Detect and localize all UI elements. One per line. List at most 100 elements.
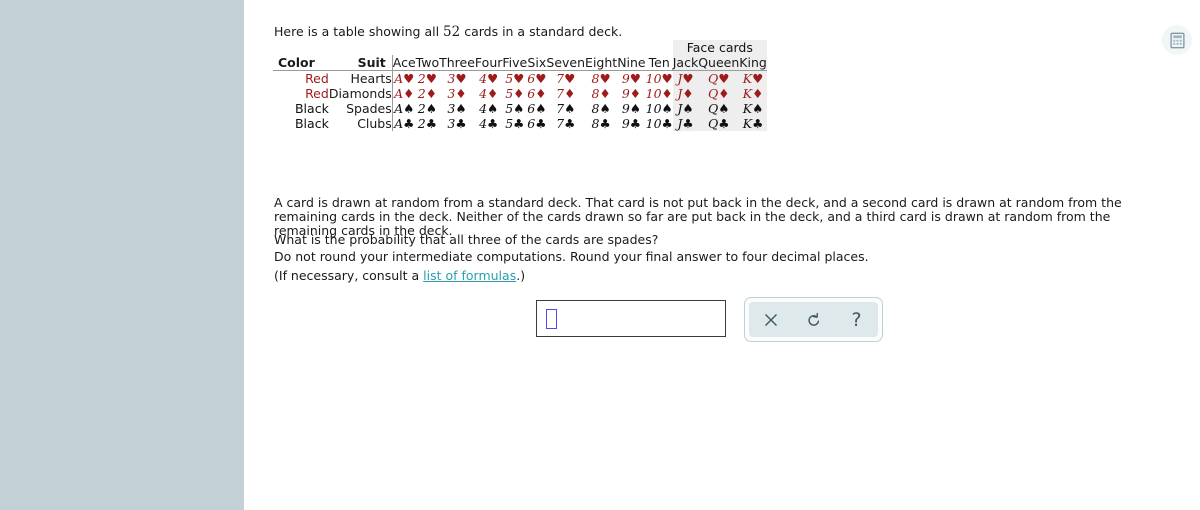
undo-button[interactable] (797, 305, 831, 335)
card-cell: J♦ (672, 86, 699, 101)
card-rank: 4 (479, 101, 488, 116)
card-rank: 7 (556, 86, 565, 101)
card-rank: 7 (556, 116, 565, 131)
card-rank: 2 (417, 86, 426, 101)
suit-symbol-icon: ♥ (629, 71, 641, 86)
math-cursor-placeholder (546, 308, 557, 329)
suit-symbol-icon: ♣ (425, 116, 437, 131)
header-color: Color (273, 55, 329, 71)
card-rank: Q (708, 71, 719, 86)
card-rank: K (742, 86, 753, 101)
suit-symbol-icon: ♥ (513, 71, 525, 86)
card-rank: 6 (527, 86, 536, 101)
card-rank: K (742, 116, 753, 131)
card-rank: 5 (505, 101, 514, 116)
cell-suit: Hearts (328, 70, 393, 86)
suit-symbol-icon: ♥ (752, 71, 764, 86)
card-rank: 5 (505, 86, 514, 101)
calculator-button[interactable] (1162, 25, 1192, 55)
column-header-row: Color Suit Ace Two Three Four Five Six S… (273, 55, 767, 71)
page-root: Here is a table showing all 52 cards in … (0, 0, 1200, 510)
suit-symbol-icon: ♠ (682, 101, 694, 116)
card-rank: A (394, 116, 404, 131)
suit-symbol-icon: ♣ (629, 116, 641, 131)
suit-symbol-icon: ♣ (599, 116, 611, 131)
suit-symbol-icon: ♦ (718, 86, 730, 101)
card-cell: 4♥ (475, 71, 502, 86)
suit-symbol-icon: ♥ (425, 71, 437, 86)
list-of-formulas-link[interactable]: list of formulas (423, 268, 516, 283)
card-cell: 3♠ (439, 101, 475, 116)
answer-toolbar-inner: ? (749, 302, 878, 337)
card-cell: K♥ (739, 70, 767, 86)
table-row: Red Diamonds A♦ 2♦ 3♦ 4♦ 5♦ 6♦ 7♦ 8♦ 9♦ 10♦ J♦ Q♦ K♦ (273, 86, 767, 101)
help-button[interactable]: ? (840, 305, 874, 335)
card-cell: 5♥ (502, 71, 527, 86)
card-cell: J♥ (672, 70, 699, 86)
card-rank: 2 (417, 71, 426, 86)
card-rank: 5 (505, 116, 514, 131)
undo-icon (807, 312, 819, 326)
suit-symbol-icon: ♣ (455, 116, 467, 131)
cell-suit: Spades (328, 101, 393, 116)
card-cell: Q♥ (698, 70, 740, 86)
card-rank: 7 (556, 71, 565, 86)
suit-symbol-icon: ♦ (535, 86, 547, 101)
group-header-row: Face cards (273, 40, 767, 55)
card-cell: 10♠ (646, 101, 673, 116)
suit-symbol-icon: ♠ (487, 101, 499, 116)
suit-symbol-icon: ♠ (425, 101, 437, 116)
card-cell: K♦ (739, 86, 767, 101)
card-cell: 7♣ (546, 116, 585, 131)
suit-symbol-icon: ♥ (535, 71, 547, 86)
header-queen: Queen (698, 55, 740, 71)
suit-symbol-icon: ♦ (425, 86, 437, 101)
card-cell: 3♦ (439, 86, 475, 101)
card-rank: Q (708, 86, 719, 101)
card-rank: K (742, 71, 753, 86)
suit-symbol-icon: ♠ (599, 101, 611, 116)
group-header-blank (273, 40, 673, 55)
card-rank: 10 (645, 116, 662, 131)
suit-symbol-icon: ♦ (629, 86, 641, 101)
card-cell: 2♥ (416, 71, 439, 86)
card-cell: 2♦ (416, 86, 439, 101)
table-row: Red Hearts A♥ 2♥ 3♥ 4♥ 5♥ 6♥ 7♥ 8♥ 9♥ 10♥ J♥ Q♥ K♥ (273, 70, 767, 86)
intro-text: Here is a table showing all 52 cards in … (274, 24, 622, 40)
suit-symbol-icon: ♦ (403, 86, 415, 101)
card-cell: 7♦ (546, 86, 585, 101)
card-cell: 5♠ (502, 101, 527, 116)
card-cell: 8♣ (585, 116, 617, 131)
suit-symbol-icon: ♥ (455, 71, 467, 86)
suit-symbol-icon: ♥ (661, 71, 673, 86)
card-rank: 6 (527, 101, 536, 116)
cell-suit: Clubs (328, 116, 393, 131)
clear-button[interactable] (754, 305, 788, 335)
main-content-area: Here is a table showing all 52 cards in … (244, 0, 1200, 510)
card-cell: 4♠ (475, 101, 502, 116)
card-cell: 5♣ (502, 116, 527, 131)
cell-color: Black (294, 116, 329, 131)
card-cell: K♠ (739, 101, 767, 116)
intro-before: Here is a table showing all (274, 24, 444, 39)
suit-symbol-icon: ♠ (455, 101, 467, 116)
suit-symbol-icon: ♠ (629, 101, 641, 116)
formulas-hint: (If necessary, consult a list of formula… (274, 269, 774, 283)
card-rank: 4 (479, 116, 488, 131)
suit-symbol-icon: ♦ (682, 86, 694, 101)
suit-symbol-icon: ♣ (661, 116, 673, 131)
answer-input[interactable] (536, 300, 726, 337)
header-king: King (739, 55, 767, 71)
header-five: Five (502, 55, 528, 71)
left-sidebar-panel (0, 0, 244, 510)
header-ace: Ace (392, 55, 416, 71)
header-eight: Eight (585, 55, 618, 71)
group-header-face-cards: Face cards (672, 40, 767, 55)
suit-symbol-icon: ♦ (487, 86, 499, 101)
card-rank: 4 (479, 71, 488, 86)
card-rank: 9 (621, 116, 630, 131)
suit-symbol-icon: ♥ (487, 71, 499, 86)
card-rank: A (394, 86, 404, 101)
card-cell: 5♦ (502, 86, 527, 101)
cell-color: Red (305, 71, 329, 86)
